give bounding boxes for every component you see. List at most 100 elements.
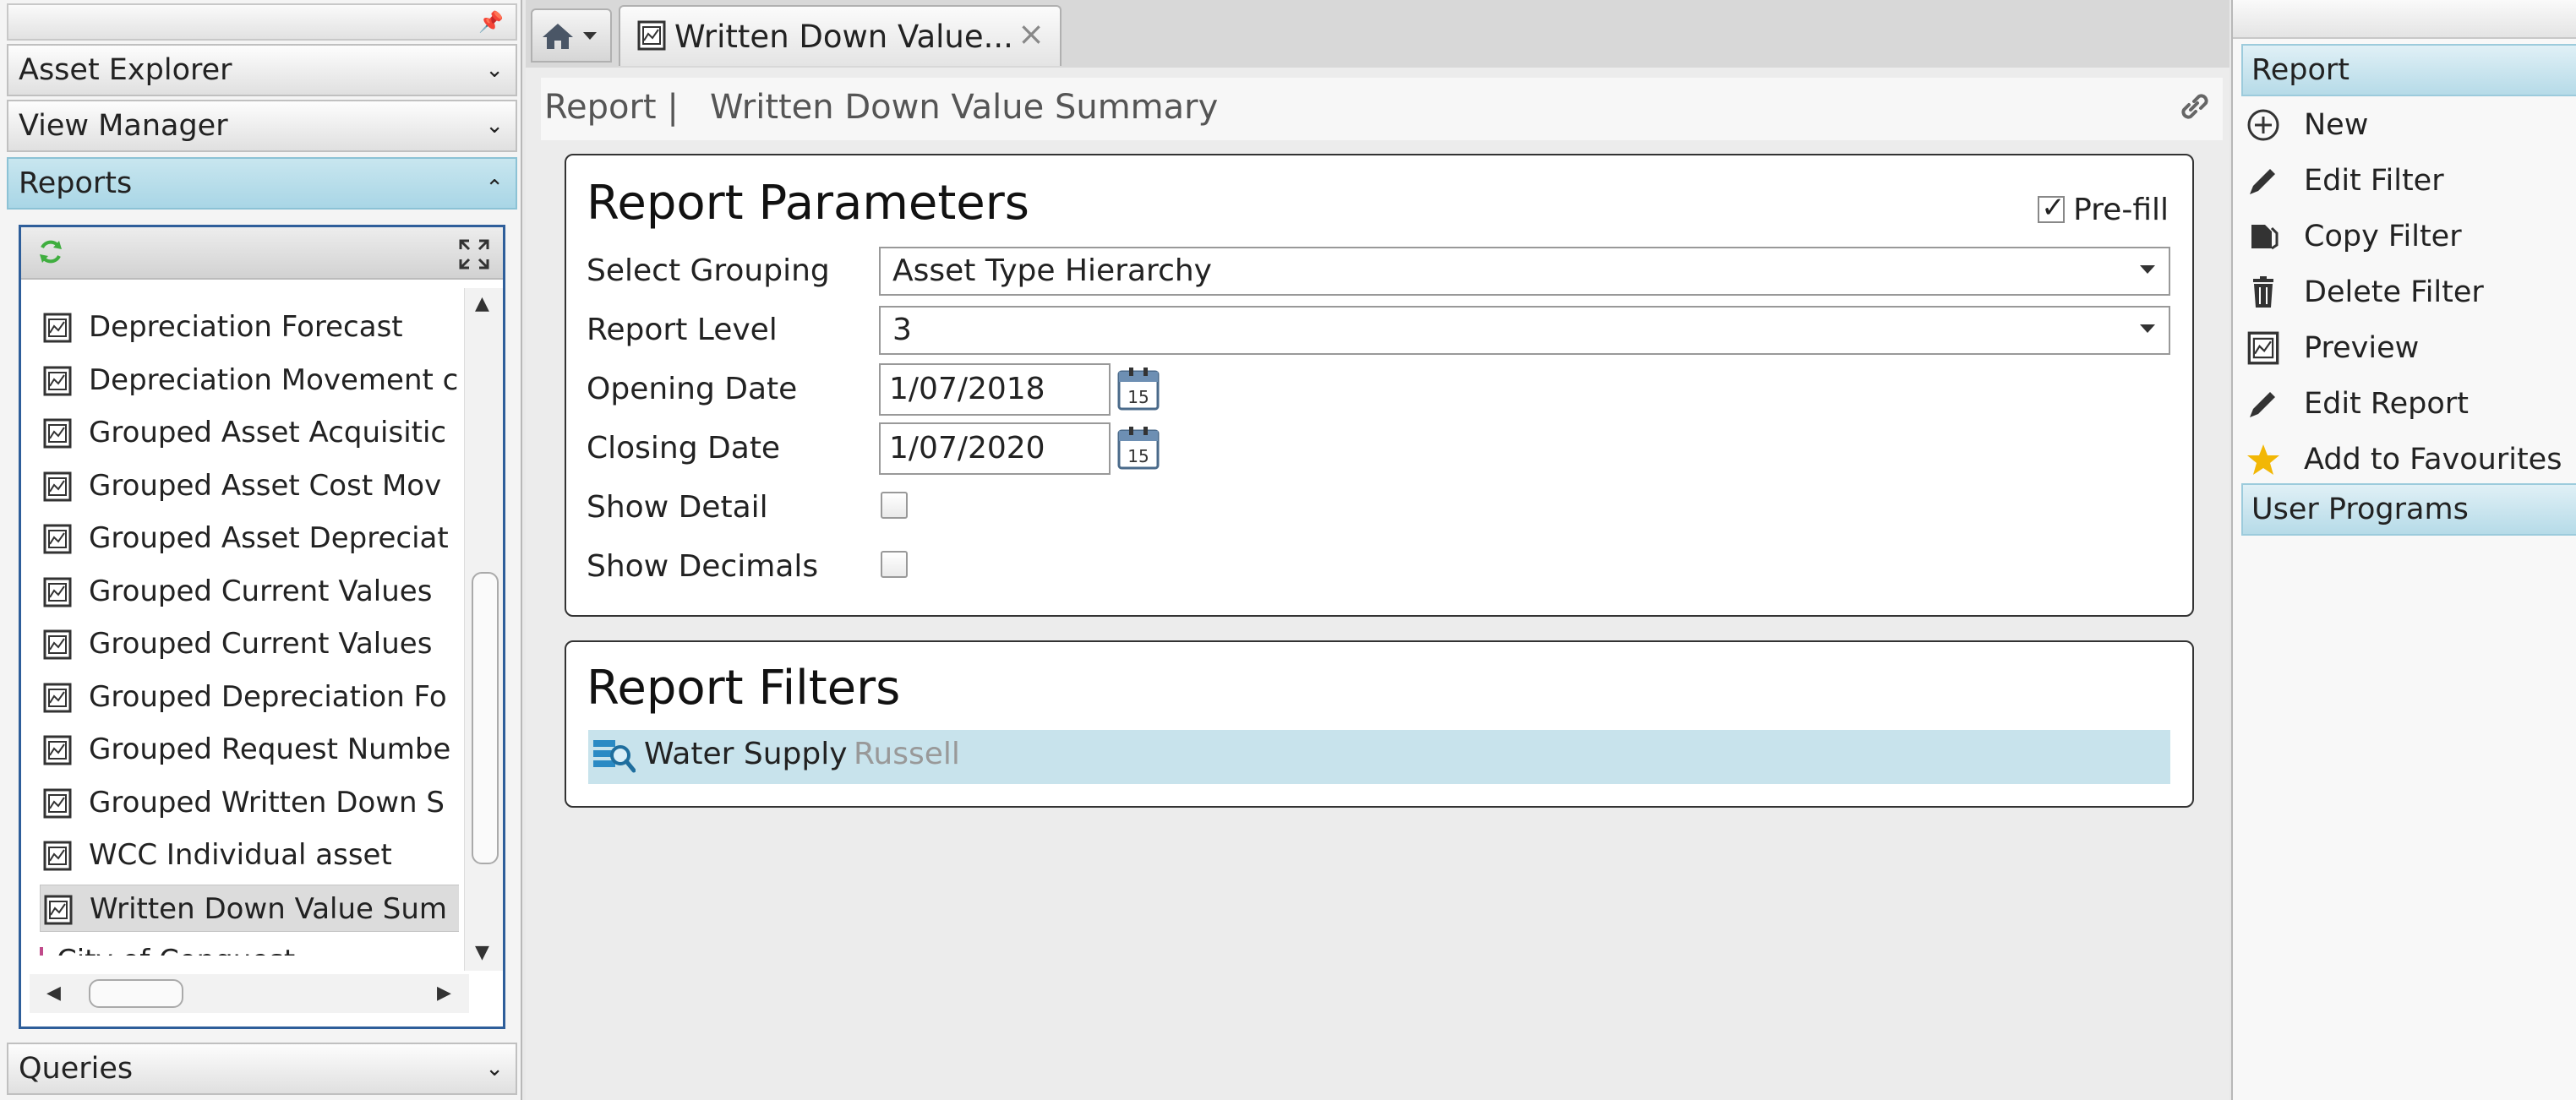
link-icon[interactable] (2174, 90, 2211, 127)
report-icon (43, 524, 72, 554)
show-detail-label: Show Detail (587, 490, 768, 525)
accordion-label: View Manager (19, 109, 228, 143)
panel-pin-bar: 📌 (7, 3, 517, 41)
tree-item-label: Grouped Asset Acquisitic (89, 416, 447, 449)
accordion-queries[interactable]: Queries ⌄ (7, 1043, 517, 1095)
action-label: Delete Filter (2304, 275, 2484, 309)
report-icon (43, 629, 72, 660)
report-icon (43, 313, 72, 343)
action-add-to-favourites[interactable]: Add to Favourites (2241, 433, 2576, 487)
report-level-label: Report Level (587, 313, 778, 347)
tree-report-item[interactable]: Depreciation Movement c (40, 357, 459, 404)
calendar-icon[interactable]: 15 (1117, 367, 1160, 411)
chevron-up-icon: ⌃ (485, 176, 504, 201)
accordion-view-manager[interactable]: View Manager ⌄ (7, 100, 517, 152)
left-navigation-panel: 📌 Asset Explorer ⌄ View Manager ⌄ Report… (0, 0, 522, 1100)
tree-report-item[interactable]: Grouped Current Values (40, 620, 459, 667)
prefill-checkbox[interactable]: ✓ Pre-fill (2038, 191, 2169, 227)
action-edit-filter[interactable]: Edit Filter (2241, 154, 2576, 208)
reports-tree-panel: Depreciation Forecast Depreciation Moveme… (19, 225, 505, 1029)
report-icon (43, 418, 72, 449)
scroll-up-arrow-icon[interactable]: ▲ (475, 293, 489, 314)
report-icon (637, 20, 666, 51)
tree-report-item[interactable]: Grouped Asset Acquisitic (40, 409, 459, 456)
report-icon (44, 895, 73, 924)
calendar-icon[interactable]: 15 (1117, 426, 1160, 470)
tree-folder-item[interactable]: City of Conquest (40, 937, 459, 956)
tab-written-down-value-summary[interactable]: Written Down Value... × (619, 5, 1062, 66)
right-panel-top-bar (2233, 0, 2576, 39)
action-label: New (2304, 108, 2369, 142)
user-programs-header[interactable]: User Programs (2241, 483, 2576, 536)
closing-date-input[interactable]: 1/07/2020 (879, 422, 1111, 475)
report-icon (43, 788, 72, 818)
tree-item-label: Grouped Depreciation Fo (89, 679, 447, 714)
tree-report-item[interactable]: WCC Individual asset (40, 831, 459, 879)
accordion-reports[interactable]: Reports ⌃ (7, 157, 517, 210)
tree-item-label: Depreciation Forecast (89, 310, 403, 344)
chevron-down-icon: ⌄ (485, 57, 504, 83)
action-new[interactable]: New (2241, 98, 2576, 152)
calendar-day: 15 (1127, 387, 1149, 407)
vertical-scrollbar[interactable]: ▲ ▼ (464, 288, 503, 971)
report-actions-header[interactable]: Report (2241, 44, 2576, 96)
tree-item-label: Grouped Current Values (89, 627, 433, 661)
select-grouping-value: Asset Type Hierarchy (892, 253, 1212, 288)
tree-item-label: Depreciation Movement c (89, 362, 459, 397)
expand-icon[interactable] (457, 237, 491, 271)
home-icon (543, 24, 573, 49)
report-icon (43, 577, 72, 607)
opening-date-input[interactable]: 1/07/2018 (879, 363, 1111, 416)
show-decimals-checkbox[interactable] (881, 551, 908, 578)
report-level-value: 3 (892, 313, 912, 347)
tree-report-item[interactable]: Grouped Asset Cost Mov (40, 462, 459, 509)
action-edit-report[interactable]: Edit Report (2241, 377, 2576, 431)
show-decimals-label: Show Decimals (587, 549, 819, 584)
scroll-down-arrow-icon[interactable]: ▼ (475, 942, 489, 963)
report-icon (43, 683, 72, 712)
accordion-label: Reports (19, 166, 133, 200)
action-copy-filter[interactable]: Copy Filter (2241, 210, 2576, 264)
tab-label: Written Down Value... (674, 19, 1013, 55)
checkmark-icon: ✓ (2041, 191, 2066, 225)
pencil-icon (2250, 392, 2275, 417)
prefill-check-box[interactable]: ✓ (2038, 191, 2066, 225)
horizontal-scrollbar[interactable]: ◀ ▶ (30, 974, 469, 1013)
action-preview[interactable]: Preview (2241, 321, 2576, 375)
pencil-icon (2250, 169, 2275, 194)
prefill-label: Pre-fill (2073, 193, 2169, 227)
filter-row-water-supply[interactable]: Water Supply Russell (588, 730, 2170, 784)
pin-icon[interactable]: 📌 (478, 10, 504, 34)
tree-report-item[interactable]: Grouped Asset Depreciat (40, 515, 459, 562)
tree-report-item[interactable]: Grouped Request Numbe (40, 726, 459, 773)
page-title-bar: Report | Written Down Value Summary (541, 78, 2223, 140)
tree-report-item[interactable]: Grouped Current Values (40, 568, 459, 615)
home-menu-tab[interactable] (531, 8, 612, 63)
horizontal-scroll-thumb[interactable] (89, 979, 183, 1008)
accordion-asset-explorer[interactable]: Asset Explorer ⌄ (7, 44, 517, 96)
trash-icon (2253, 276, 2273, 308)
action-label: Preview (2304, 331, 2420, 365)
tree-item-label: WCC Individual asset (89, 838, 392, 872)
action-delete-filter[interactable]: Delete Filter (2241, 265, 2576, 319)
scroll-left-arrow-icon[interactable]: ◀ (46, 983, 61, 1004)
report-level-dropdown[interactable]: 3 (879, 306, 2170, 355)
vertical-scroll-thumb[interactable] (472, 572, 499, 864)
scroll-right-arrow-icon[interactable]: ▶ (437, 983, 451, 1004)
tree-report-item[interactable]: Depreciation Forecast (40, 303, 459, 351)
tree-item-label: Grouped Request Numbe (89, 732, 451, 766)
show-detail-checkbox[interactable] (881, 492, 908, 519)
filter-owner: Russell (854, 737, 960, 771)
action-label: Edit Report (2304, 387, 2469, 421)
select-grouping-dropdown[interactable]: Asset Type Hierarchy (879, 247, 2170, 296)
report-parameters-card: Report Parameters ✓ Pre-fill Select Group… (565, 154, 2194, 617)
close-icon[interactable]: × (1018, 15, 1045, 52)
tree-report-item[interactable]: Grouped Written Down S (40, 779, 459, 826)
tree-report-item[interactable]: Written Down Value Sum (40, 884, 459, 932)
closing-date-label: Closing Date (587, 431, 781, 466)
tree-report-item[interactable]: Grouped Depreciation Fo (40, 673, 459, 721)
action-label: Edit Filter (2304, 164, 2444, 198)
add-circle-icon (2247, 109, 2279, 141)
refresh-icon[interactable] (36, 237, 65, 266)
action-label: Copy Filter (2304, 220, 2462, 253)
